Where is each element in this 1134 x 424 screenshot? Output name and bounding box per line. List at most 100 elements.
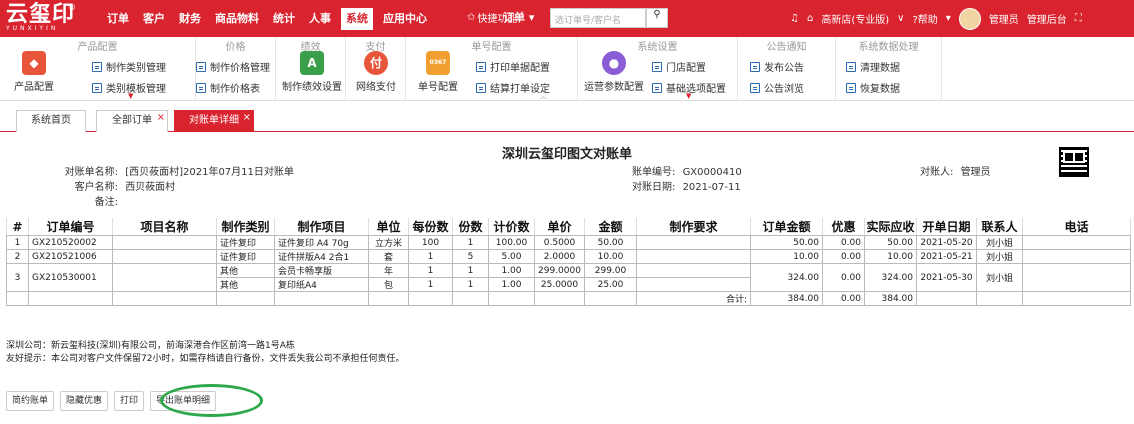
home-icon[interactable]: ⌂ — [807, 13, 813, 24]
help-label: 帮助 — [917, 15, 938, 26]
cell-receivable: 10.00 — [864, 249, 917, 264]
cell-empty — [534, 291, 585, 306]
col-order-total: 订单金额 — [750, 218, 823, 236]
search-type-label: 订单 — [503, 11, 525, 24]
settlement-print-button[interactable]: 结算打单设定 — [476, 80, 550, 95]
close-icon[interactable]: × — [157, 108, 165, 128]
publish-notice-button[interactable]: 发布公告 — [750, 59, 804, 74]
nav-customers[interactable]: 客户 — [136, 0, 172, 37]
restore-data-button[interactable]: 恢复数据 — [846, 80, 900, 95]
simple-statement-button[interactable]: 简约账单 — [6, 391, 55, 411]
hide-discount-button[interactable]: 隐藏优惠 — [60, 391, 109, 411]
tab-home[interactable]: 系统首页 — [16, 110, 86, 132]
cell-order-no[interactable]: GX210521006 — [28, 249, 113, 264]
cell-requirement — [636, 277, 751, 292]
cell-unit: 包 — [368, 277, 409, 292]
cell-empty — [6, 291, 29, 306]
col-discount: 优惠 — [822, 218, 865, 236]
search-button[interactable]: ⚲ — [646, 8, 668, 28]
customer-row: 客户名称: 西贝莜面村 — [60, 178, 176, 193]
ribbon-group-product: 产品配置 ◆ 产品配置 制作类别管理 类别模板管理 ▼ — [0, 37, 196, 101]
ribbon-group-data: 系统数据处理 清理数据 恢复数据 — [836, 37, 942, 101]
logo-text: 云玺印 — [6, 1, 76, 27]
statement-no-value: GX0000410 — [682, 167, 742, 178]
shop-selector[interactable]: 高新店(专业版) — [821, 11, 889, 26]
category-manage-button[interactable]: 制作类别管理 — [92, 59, 166, 74]
cell-unit: 立方米 — [368, 235, 409, 250]
cell-category: 其他 — [216, 263, 275, 278]
store-config-button[interactable]: 门店配置 — [652, 59, 706, 74]
chevron-down-icon: ∨ — [897, 13, 905, 24]
caret-down-icon[interactable]: ▼ — [686, 92, 691, 100]
performance-setting-button[interactable]: A 制作绩效设置 — [280, 51, 344, 93]
nav-stats[interactable]: 统计 — [266, 0, 302, 37]
fullscreen-icon[interactable]: ⛶ — [1075, 13, 1082, 24]
cell-unit: 年 — [368, 263, 409, 278]
cell-order-no[interactable]: GX210520002 — [28, 235, 113, 250]
cell-item: 证件拼版A4 2合1 — [274, 249, 369, 264]
col-qty: 计价数 — [488, 218, 535, 236]
group-title: 系统数据处理 — [858, 42, 919, 53]
online-pay-button[interactable]: 付 网络支付 — [348, 51, 404, 93]
cell-per: 1 — [408, 249, 453, 264]
col-receivable: 实际应收 — [864, 218, 917, 236]
search-input[interactable]: 选订单号/客户名 — [550, 8, 646, 28]
cell-copies: 5 — [452, 249, 489, 264]
help-link[interactable]: ?帮助 — [912, 11, 937, 26]
user-name[interactable]: 管理员 — [989, 11, 1019, 26]
tab-statement-detail[interactable]: 对账单详细 × — [174, 110, 254, 132]
cell-empty — [216, 291, 275, 306]
statement-no-label: 账单编号: — [632, 167, 676, 178]
nav-app-center[interactable]: 应用中心 — [376, 0, 434, 37]
search-type-select[interactable]: 订单 ▾ — [503, 9, 534, 25]
collapse-ribbon-icon[interactable]: ︿ — [540, 91, 547, 101]
print-button[interactable]: 打印 — [114, 391, 145, 411]
store-config-label: 门店配置 — [666, 63, 706, 74]
clear-data-label: 清理数据 — [860, 63, 900, 74]
print-receipt-config-button[interactable]: 打印单据配置 — [476, 59, 550, 74]
cell-copies: 1 — [452, 263, 489, 278]
nav-finance[interactable]: 财务 — [172, 0, 208, 37]
qr-code — [1059, 147, 1089, 177]
restore-data-label: 恢复数据 — [860, 84, 900, 95]
nav-products[interactable]: 商品物料 — [208, 0, 266, 37]
ribbon-group-performance: 绩效 A 制作绩效设置 — [276, 37, 346, 101]
order-no-config-button[interactable]: 0367 单号配置 — [410, 51, 466, 93]
clear-data-button[interactable]: 清理数据 — [846, 59, 900, 74]
cell-category: 其他 — [216, 277, 275, 292]
page-tabs: 系统首页 全部订单 × 对账单详细 × — [0, 108, 1134, 132]
action-bar: 简约账单 隐藏优惠 打印 导出账单明细 — [6, 391, 217, 411]
cell-project-name — [112, 235, 217, 250]
cell-order-no[interactable]: GX210530001 — [28, 263, 113, 292]
logo[interactable]: 云玺印 YUNXIYIN ® — [6, 3, 76, 33]
product-config-button[interactable]: ◆ 产品配置 — [6, 51, 62, 93]
cell-item: 证件复印 A4 70g — [274, 235, 369, 250]
close-icon[interactable]: × — [243, 108, 251, 128]
cell-empty — [916, 291, 977, 306]
publish-notice-label: 发布公告 — [764, 63, 804, 74]
ribbon-group-order-no: 单号配置 0367 单号配置 打印单据配置 结算打单设定 ︿ — [406, 37, 578, 101]
avatar[interactable] — [958, 7, 981, 30]
price-manage-button[interactable]: 制作价格管理 — [196, 59, 270, 74]
price-table-button[interactable]: 制作价格表 — [196, 80, 260, 95]
list-icon — [652, 82, 662, 93]
nav-orders[interactable]: 订单 — [100, 0, 136, 37]
cell-category: 证件复印 — [216, 249, 275, 264]
operation-params-button[interactable]: ● 运营参数配置 — [580, 51, 648, 93]
col-price: 单价 — [534, 218, 585, 236]
bell-icon[interactable]: ♫ — [790, 13, 799, 24]
cell-receivable: 324.00 — [864, 263, 917, 292]
tab-all-orders[interactable]: 全部订单 × — [96, 110, 168, 132]
col-category: 制作类别 — [216, 218, 275, 236]
ribbon-group-system: 系统设置 ● 运营参数配置 门店配置 基础选项配置 ▼ — [578, 37, 738, 101]
admin-link[interactable]: 管理后台 — [1027, 11, 1067, 26]
cell-order-total: 324.00 — [750, 263, 823, 292]
export-detail-button[interactable]: 导出账单明细 — [150, 391, 217, 411]
caret-down-icon[interactable]: ▼ — [128, 92, 133, 100]
list-icon — [476, 61, 486, 72]
browse-notice-button[interactable]: 公告浏览 — [750, 80, 804, 95]
nav-hr[interactable]: 人事 — [302, 0, 338, 37]
online-pay-label: 网络支付 — [356, 82, 396, 93]
nav-system[interactable]: 系统 — [341, 7, 373, 30]
cell-qty: 1.00 — [488, 263, 535, 278]
